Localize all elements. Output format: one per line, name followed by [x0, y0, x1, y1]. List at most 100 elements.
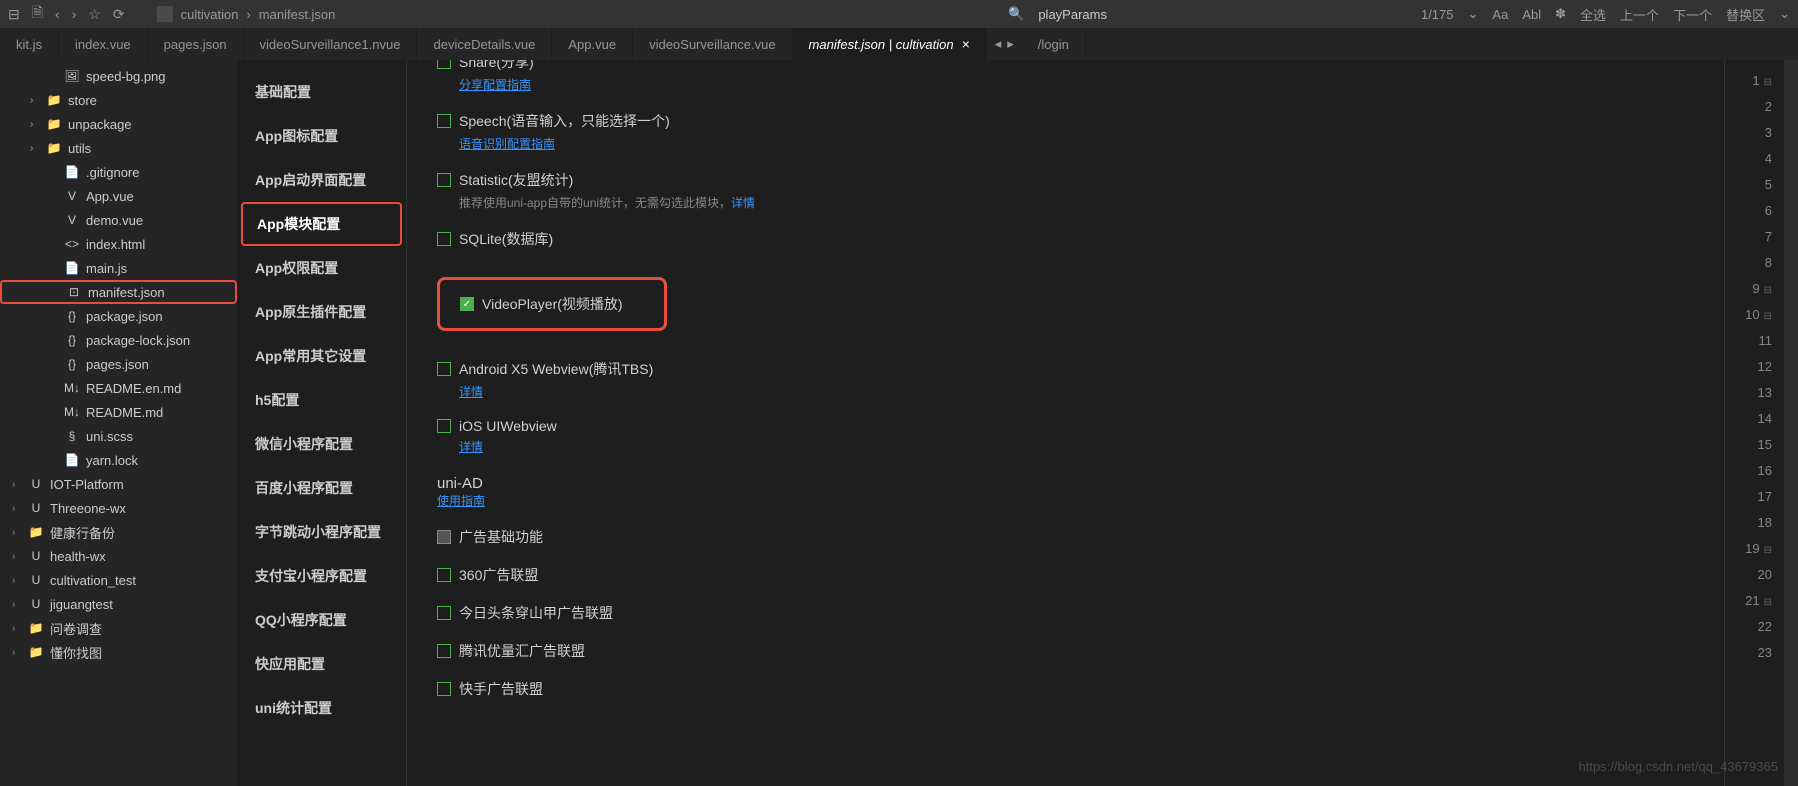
config-nav-item[interactable]: 百度小程序配置 [237, 466, 406, 510]
fold-icon[interactable]: ⊟ [1764, 77, 1772, 88]
tab[interactable]: manifest.json | cultivation× [793, 28, 987, 60]
tree-item[interactable]: §uni.scss [0, 424, 237, 448]
config-nav-item[interactable]: QQ小程序配置 [237, 598, 406, 642]
config-nav-item[interactable]: App启动界面配置 [237, 158, 406, 202]
search-input[interactable]: playParams [1038, 7, 1107, 22]
star-icon[interactable]: ☆ [88, 6, 101, 23]
checkbox[interactable] [437, 682, 451, 696]
tree-item[interactable]: Vdemo.vue [0, 208, 237, 232]
checkbox[interactable] [437, 114, 451, 128]
fold-icon[interactable]: ⊟ [1764, 311, 1772, 322]
checkbox[interactable] [437, 530, 451, 544]
config-nav-item[interactable]: h5配置 [237, 378, 406, 422]
tree-item[interactable]: <>index.html [0, 232, 237, 256]
module-link[interactable]: 详情 [459, 383, 483, 400]
checkbox[interactable] [437, 60, 451, 69]
tree-item[interactable]: ›📁健康行备份 [0, 520, 237, 544]
tree-item[interactable]: ⊡manifest.json [0, 280, 237, 304]
config-nav-item[interactable]: 微信小程序配置 [237, 422, 406, 466]
tab[interactable]: pages.json [148, 28, 244, 60]
search-action[interactable]: 全选 [1580, 5, 1606, 24]
search-action[interactable]: Abl [1522, 7, 1541, 22]
module-title: Android X5 Webview(腾讯TBS) [459, 359, 653, 379]
checkbox-checked[interactable]: ✓ [460, 297, 474, 311]
checkbox[interactable] [437, 606, 451, 620]
tree-item[interactable]: ›Uhealth-wx [0, 544, 237, 568]
tree-item[interactable]: ›📁懂你找图 [0, 640, 237, 664]
fold-icon[interactable]: ⊟ [1764, 597, 1772, 608]
checkbox[interactable] [437, 568, 451, 582]
tab[interactable]: /login [1022, 28, 1086, 60]
section-link[interactable]: 使用指南 [437, 494, 485, 508]
line-number: 18 [1725, 510, 1772, 536]
module-link[interactable]: 详情 [459, 438, 483, 455]
tab[interactable]: videoSurveillance.vue [633, 28, 792, 60]
tree-item[interactable]: {}package-lock.json [0, 328, 237, 352]
tree-item[interactable]: ›📁问卷调查 [0, 616, 237, 640]
module-link[interactable]: 分享配置指南 [459, 76, 531, 93]
config-nav-item[interactable]: 基础配置 [237, 70, 406, 114]
tree-item[interactable]: 📄main.js [0, 256, 237, 280]
tab[interactable]: App.vue [552, 28, 633, 60]
config-nav-item[interactable]: App图标配置 [237, 114, 406, 158]
search-action[interactable]: Aa [1492, 7, 1508, 22]
tree-item[interactable]: ›Ujiguangtest [0, 592, 237, 616]
tab[interactable]: kit.js [0, 28, 59, 60]
file-icon: 📁 [46, 117, 62, 131]
tree-item[interactable]: ›UIOT-Platform [0, 472, 237, 496]
detail-link[interactable]: 详情 [731, 196, 755, 210]
search-action[interactable]: ✽ [1555, 6, 1566, 22]
search-action[interactable]: 替换区 [1726, 5, 1765, 24]
tab[interactable]: videoSurveillance1.nvue [244, 28, 418, 60]
tab[interactable]: index.vue [59, 28, 148, 60]
tree-item[interactable]: M↓README.md [0, 400, 237, 424]
fold-icon[interactable]: ⊟ [1764, 545, 1772, 556]
close-icon[interactable]: × [962, 36, 970, 52]
tree-item[interactable]: ›📁unpackage [0, 112, 237, 136]
fold-icon[interactable]: ⊟ [1764, 285, 1772, 296]
tree-item[interactable]: M↓README.en.md [0, 376, 237, 400]
tree-item[interactable]: ›Ucultivation_test [0, 568, 237, 592]
search-action[interactable]: 上一个 [1620, 5, 1659, 24]
ad-item: 腾讯优量汇广告联盟 [437, 641, 1694, 661]
checkbox[interactable] [437, 644, 451, 658]
tree-item[interactable]: ›📁store [0, 88, 237, 112]
tree-item[interactable]: 🖼speed-bg.png [0, 64, 237, 88]
tree-label: store [68, 93, 97, 108]
chevron-down-icon[interactable]: ⌄ [1779, 6, 1790, 22]
checkbox[interactable] [437, 173, 451, 187]
breadcrumb-item[interactable]: cultivation [181, 7, 239, 22]
checkbox[interactable] [437, 232, 451, 246]
icon-save[interactable]: 🗎 [32, 2, 43, 26]
config-nav-item[interactable]: 字节跳动小程序配置 [237, 510, 406, 554]
module-share: Share(分享) 分享配置指南 [437, 60, 1694, 93]
breadcrumb-item[interactable]: manifest.json [259, 7, 336, 22]
checkbox[interactable] [437, 362, 451, 376]
tree-item[interactable]: 📄yarn.lock [0, 448, 237, 472]
config-nav-item[interactable]: 支付宝小程序配置 [237, 554, 406, 598]
chevron-down-icon[interactable]: ⌄ [1468, 6, 1479, 22]
tree-label: package.json [86, 309, 163, 324]
config-nav-item[interactable]: App原生插件配置 [237, 290, 406, 334]
tab[interactable]: deviceDetails.vue [417, 28, 552, 60]
tab-next-icon[interactable]: ▸ [1007, 36, 1014, 52]
tree-item[interactable]: VApp.vue [0, 184, 237, 208]
tree-item[interactable]: ›📁utils [0, 136, 237, 160]
refresh-icon[interactable]: ⟳ [113, 6, 125, 23]
tree-item[interactable]: ›UThreeone-wx [0, 496, 237, 520]
tree-item[interactable]: {}pages.json [0, 352, 237, 376]
icon-menu[interactable]: ⊟ [8, 6, 20, 23]
config-nav-item[interactable]: App常用其它设置 [237, 334, 406, 378]
module-link[interactable]: 语音识别配置指南 [459, 135, 555, 152]
nav-back-icon[interactable]: ‹ [55, 6, 60, 22]
config-nav-item[interactable]: App权限配置 [237, 246, 406, 290]
checkbox[interactable] [437, 419, 451, 433]
search-action[interactable]: 下一个 [1673, 5, 1712, 24]
tab-prev-icon[interactable]: ◂ [995, 36, 1002, 52]
nav-forward-icon[interactable]: › [72, 6, 77, 22]
config-nav-item[interactable]: 快应用配置 [237, 642, 406, 686]
tree-item[interactable]: 📄.gitignore [0, 160, 237, 184]
tree-item[interactable]: {}package.json [0, 304, 237, 328]
config-nav-item[interactable]: uni统计配置 [237, 686, 406, 730]
config-nav-item[interactable]: App模块配置 [241, 202, 402, 246]
